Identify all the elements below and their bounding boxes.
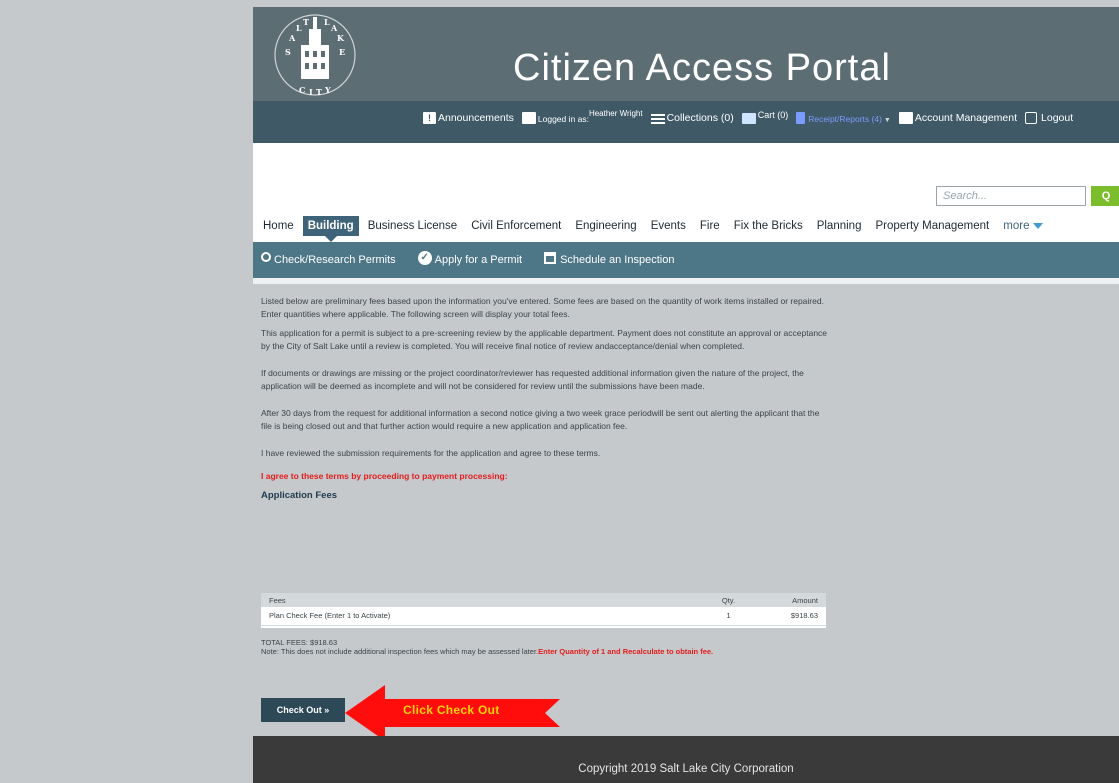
svg-text:E: E bbox=[339, 47, 345, 57]
alert-icon: ! bbox=[423, 112, 436, 124]
grace-period-text: After 30 days from the request for addit… bbox=[261, 408, 820, 431]
logged-in-prefix: Logged in as: bbox=[537, 114, 589, 124]
tab-more[interactable]: more bbox=[998, 216, 1048, 236]
account-label: Account Management bbox=[914, 112, 1018, 124]
svg-text:K: K bbox=[337, 33, 345, 43]
annotation-label: Click Check Out bbox=[403, 703, 500, 717]
svg-text:Y: Y bbox=[324, 85, 331, 95]
account-icon bbox=[898, 112, 913, 124]
svg-text:L: L bbox=[296, 23, 302, 33]
logout-link[interactable]: Logout bbox=[1025, 112, 1073, 124]
subnav-divider bbox=[253, 278, 1119, 284]
tab-fix-the-bricks[interactable]: Fix the Bricks bbox=[729, 216, 808, 236]
tab-property-management[interactable]: Property Management bbox=[870, 216, 994, 236]
logout-label: Logout bbox=[1041, 112, 1074, 124]
cart-icon bbox=[741, 113, 756, 124]
svg-text:T: T bbox=[316, 87, 322, 97]
left-margin bbox=[0, 0, 253, 783]
list-icon bbox=[650, 114, 665, 124]
search-icon bbox=[261, 252, 271, 262]
site-header: S A L T L A K E C I T Y Citizen Access P… bbox=[253, 7, 1119, 143]
building-subnav: Check/Research Permits ✓ Apply for a Per… bbox=[253, 242, 1119, 278]
collections-link[interactable]: Collections (0) bbox=[650, 112, 734, 124]
user-name: Heather Wright bbox=[588, 109, 643, 118]
tab-planning[interactable]: Planning bbox=[812, 216, 867, 236]
document-icon bbox=[796, 112, 806, 124]
fee-amount: $918.63 bbox=[751, 607, 826, 625]
receipts-label: Receipt/Reports (4) bbox=[808, 114, 882, 124]
fees-column-header: Fees bbox=[261, 593, 706, 607]
portal-title: Citizen Access Portal bbox=[513, 47, 891, 89]
fees-note: Note: This does not include additional i… bbox=[261, 647, 713, 656]
account-management-link[interactable]: Account Management bbox=[898, 112, 1018, 124]
fee-qty[interactable]: 1 bbox=[706, 607, 751, 625]
search-input[interactable]: Search... bbox=[936, 186, 1086, 206]
announcements-label: Announcements bbox=[438, 112, 514, 124]
receipts-menu[interactable]: Receipt/Reports (4) ▼ bbox=[796, 112, 891, 124]
total-fees: TOTAL FEES: $918.63 bbox=[261, 638, 338, 647]
tab-engineering[interactable]: Engineering bbox=[570, 216, 641, 236]
dropdown-caret-icon: ▼ bbox=[883, 117, 891, 124]
reviewed-text: I have reviewed the submission requireme… bbox=[261, 448, 601, 458]
announcements-link[interactable]: ! Announcements bbox=[423, 112, 514, 124]
search-icon: Q bbox=[1101, 190, 1111, 202]
apply-permit-link[interactable]: ✓ Apply for a Permit bbox=[417, 251, 523, 267]
fees-table: Fees Qty. Amount Plan Check Fee (Enter 1… bbox=[261, 593, 826, 628]
tab-building[interactable]: Building bbox=[302, 216, 359, 242]
copyright-text: Copyright 2019 Salt Lake City Corporatio… bbox=[578, 763, 794, 775]
apply-label: Apply for a Permit bbox=[434, 254, 523, 266]
svg-text:A: A bbox=[288, 33, 296, 43]
tab-home[interactable]: Home bbox=[258, 216, 299, 236]
site-footer: Copyright 2019 Salt Lake City Corporatio… bbox=[253, 736, 1119, 783]
check-research-permits-link[interactable]: Check/Research Permits bbox=[261, 252, 396, 266]
research-label: Check/Research Permits bbox=[274, 254, 396, 266]
svg-text:L: L bbox=[324, 17, 330, 27]
cart-link[interactable]: Cart (0) bbox=[741, 110, 789, 124]
table-header-row: Fees Qty. Amount bbox=[261, 593, 826, 607]
more-label: more bbox=[1003, 220, 1030, 232]
tab-events[interactable]: Events bbox=[646, 216, 691, 236]
table-footer-rule bbox=[261, 624, 826, 628]
logged-in-info: Logged in as: Heather Wright bbox=[521, 109, 643, 124]
top-navigation: ! Announcements Logged in as: Heather Wr… bbox=[423, 102, 1081, 124]
svg-text:S: S bbox=[285, 47, 291, 57]
qty-column-header: Qty. bbox=[706, 593, 751, 607]
city-seal-logo[interactable]: S A L T L A K E C I T Y bbox=[271, 11, 359, 99]
page: S A L T L A K E C I T Y Citizen Access P… bbox=[0, 0, 1119, 783]
svg-text:I: I bbox=[309, 87, 313, 97]
schedule-label: Schedule an Inspection bbox=[560, 254, 675, 266]
totals-block: TOTAL FEES: $918.63 Note: This does not … bbox=[261, 638, 713, 656]
check-circle-icon: ✓ bbox=[417, 251, 432, 265]
chevron-down-icon bbox=[1033, 222, 1044, 229]
fees-intro-text: Listed below are preliminary fees based … bbox=[261, 296, 824, 319]
collections-label: Collections (0) bbox=[666, 112, 734, 124]
amount-column-header: Amount bbox=[751, 593, 826, 607]
svg-text:T: T bbox=[303, 17, 309, 27]
tab-business-license[interactable]: Business License bbox=[363, 216, 463, 236]
missing-documents-text: If documents or drawings are missing or … bbox=[261, 368, 804, 391]
fees-note-warning: Enter Quantity of 1 and Recalculate to o… bbox=[538, 647, 714, 656]
main-tabs: Home Building Business License Civil Enf… bbox=[258, 212, 1052, 242]
svg-text:C: C bbox=[299, 85, 305, 95]
terms-content: Listed below are preliminary fees based … bbox=[261, 295, 831, 502]
tab-civil-enforcement[interactable]: Civil Enforcement bbox=[466, 216, 566, 236]
table-row: Plan Check Fee (Enter 1 to Activate) 1 $… bbox=[261, 607, 826, 625]
main-panel: S A L T L A K E C I T Y Citizen Access P… bbox=[253, 0, 1119, 783]
cart-label: Cart (0) bbox=[757, 110, 789, 120]
tab-fire[interactable]: Fire bbox=[695, 216, 725, 236]
lock-icon bbox=[1025, 112, 1038, 124]
prescreening-text: This application for a permit is subject… bbox=[261, 328, 828, 351]
check-out-button[interactable]: Check Out » bbox=[261, 698, 345, 722]
search-button[interactable]: Q bbox=[1091, 186, 1119, 206]
agree-terms-text: I agree to these terms by proceeding to … bbox=[261, 471, 508, 481]
schedule-inspection-link[interactable]: Schedule an Inspection bbox=[544, 252, 675, 266]
calendar-icon bbox=[544, 252, 557, 264]
user-icon bbox=[521, 112, 536, 124]
navigation-area: Search... Q Home Building Business Licen… bbox=[253, 143, 1119, 242]
fee-name: Plan Check Fee (Enter 1 to Activate) bbox=[261, 607, 706, 625]
fees-note-text: Note: This does not include additional i… bbox=[261, 647, 539, 656]
svg-text:A: A bbox=[330, 23, 338, 33]
application-fees-heading: Application Fees bbox=[261, 490, 338, 501]
